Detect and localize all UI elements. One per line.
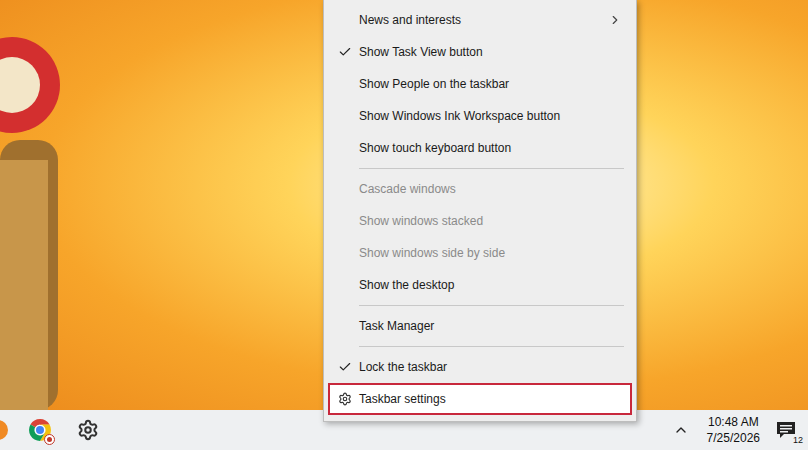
- menu-item[interactable]: Show touch keyboard button: [328, 132, 632, 164]
- action-center[interactable]: 12: [764, 410, 808, 450]
- check-icon: [338, 45, 352, 59]
- settings-icon: [77, 419, 99, 441]
- menu-item-label: Taskbar settings: [359, 390, 630, 408]
- check-icon: [338, 360, 352, 374]
- menu-item[interactable]: Show People on the taskbar: [328, 68, 632, 100]
- desktop: 10:48 AM7/25/2026 12 News and interests Sho…: [0, 0, 808, 450]
- menu-item-label: Task Manager: [359, 317, 630, 335]
- menu-item-label: Show windows side by side: [359, 244, 630, 262]
- menu-separator: [324, 164, 636, 173]
- menu-item[interactable]: Lock the taskbar: [328, 351, 632, 383]
- clock-date: 7/25/2026: [707, 430, 760, 446]
- menu-item-label: Show the desktop: [359, 276, 630, 294]
- clock-time: 10:48 AM: [708, 414, 759, 430]
- menu-item-label: Show Task View button: [359, 43, 630, 61]
- menu-item-label: Show Windows Ink Workspace button: [359, 107, 630, 125]
- menu-item: Show windows stacked: [328, 205, 632, 237]
- menu-item-label: Show People on the taskbar: [359, 75, 630, 93]
- submenu-arrow-icon: [608, 13, 622, 27]
- menu-item[interactable]: Taskbar settings: [328, 383, 632, 415]
- menu-item-label: Show windows stacked: [359, 212, 630, 230]
- menu-item[interactable]: News and interests: [328, 4, 632, 36]
- clock[interactable]: 10:48 AM7/25/2026: [703, 414, 764, 446]
- wallpaper-figure: [0, 30, 70, 410]
- system-tray: 10:48 AM7/25/2026 12: [673, 410, 808, 450]
- menu-item[interactable]: Task Manager: [328, 310, 632, 342]
- app-icon: [0, 420, 8, 440]
- taskbar-app[interactable]: [16, 410, 64, 450]
- profile-badge-icon: [44, 434, 55, 445]
- menu-item-label: News and interests: [359, 11, 608, 29]
- menu-separator: [324, 301, 636, 310]
- menu-item-label: Show touch keyboard button: [359, 139, 630, 157]
- menu-item[interactable]: Show Windows Ink Workspace button: [328, 100, 632, 132]
- show-hidden-icons-icon[interactable]: [673, 422, 689, 438]
- menu-item[interactable]: Show the desktop: [328, 269, 632, 301]
- menu-item: Show windows side by side: [328, 237, 632, 269]
- menu-item-label: Lock the taskbar: [359, 358, 630, 376]
- gear-icon: [338, 392, 352, 406]
- taskbar-context-menu: News and interests Show Task View button S…: [323, 0, 637, 422]
- notification-badge: 12: [792, 435, 804, 445]
- taskbar-app[interactable]: [0, 410, 16, 450]
- menu-item[interactable]: Show Task View button: [328, 36, 632, 68]
- taskbar-app[interactable]: [64, 410, 112, 450]
- menu-separator: [324, 342, 636, 351]
- menu-item-label: Cascade windows: [359, 180, 630, 198]
- menu-item: Cascade windows: [328, 173, 632, 205]
